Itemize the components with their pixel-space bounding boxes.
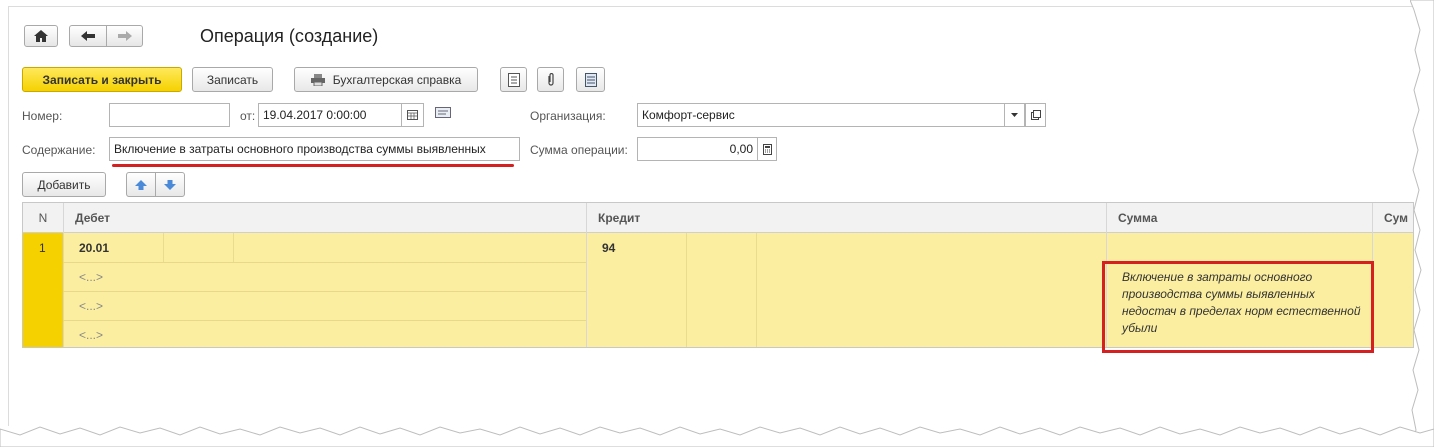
column-header-sum-2[interactable]: Сум bbox=[1372, 203, 1413, 233]
list-button[interactable] bbox=[576, 67, 605, 92]
annotation-text: Включение в затраты основного производст… bbox=[1122, 270, 1361, 335]
arrow-down-icon bbox=[164, 179, 176, 190]
calculator-button[interactable] bbox=[757, 137, 777, 161]
list-icon bbox=[584, 72, 597, 87]
calendar-icon bbox=[407, 110, 418, 120]
organization-dropdown-button[interactable] bbox=[1004, 103, 1025, 127]
window-left-border bbox=[8, 6, 9, 426]
add-row-button[interactable]: Добавить bbox=[22, 172, 106, 197]
debit-subconto-3[interactable]: <...> bbox=[79, 328, 103, 342]
column-header-debit[interactable]: Дебет bbox=[63, 203, 586, 233]
arrow-right-icon bbox=[117, 31, 132, 41]
credit-account-cell[interactable]: 94 bbox=[602, 241, 615, 255]
operation-sum-label: Сумма операции: bbox=[530, 143, 628, 157]
organization-field[interactable]: Комфорт-сервис bbox=[637, 103, 1005, 127]
attach-button[interactable] bbox=[537, 67, 564, 92]
date-picker-button[interactable] bbox=[401, 103, 424, 127]
home-icon bbox=[34, 30, 48, 42]
accounting-report-label: Бухгалтерская справка bbox=[332, 72, 462, 87]
page-title: Операция (создание) bbox=[200, 26, 379, 46]
save-and-close-button[interactable]: Записать и закрыть bbox=[22, 67, 182, 92]
document-icon bbox=[507, 72, 520, 87]
forward-button[interactable] bbox=[106, 25, 143, 47]
arrow-up-icon bbox=[135, 179, 147, 190]
date-field[interactable]: 19.04.2017 0:00:00 bbox=[258, 103, 401, 127]
column-header-sum[interactable]: Сумма bbox=[1106, 203, 1372, 233]
number-field[interactable] bbox=[109, 103, 230, 127]
accounting-report-button[interactable]: Бухгалтерская справка bbox=[294, 67, 478, 92]
content-label: Содержание: bbox=[22, 143, 96, 157]
window-top-border bbox=[8, 6, 1418, 7]
date-label: от: bbox=[240, 109, 256, 123]
open-form-icon bbox=[1030, 110, 1041, 120]
calculator-icon bbox=[762, 143, 772, 155]
row-number: 1 bbox=[39, 241, 46, 255]
chevron-down-icon bbox=[1011, 113, 1018, 117]
printer-icon bbox=[310, 73, 325, 86]
arrow-left-icon bbox=[81, 31, 95, 41]
column-header-credit[interactable]: Кредит bbox=[586, 203, 1106, 233]
number-label: Номер: bbox=[22, 109, 63, 123]
debit-subconto-1[interactable]: <...> bbox=[79, 270, 103, 284]
content-field[interactable]: Включение в затраты основного производст… bbox=[109, 137, 520, 161]
torn-edge-bottom bbox=[0, 426, 1434, 447]
operation-sum-field[interactable]: 0,00 bbox=[637, 137, 758, 161]
organization-open-button[interactable] bbox=[1025, 103, 1046, 127]
paperclip-icon bbox=[547, 72, 554, 86]
home-button[interactable] bbox=[24, 25, 58, 47]
column-header-n[interactable]: N bbox=[23, 203, 63, 233]
document-button[interactable] bbox=[500, 67, 527, 92]
move-down-button[interactable] bbox=[155, 172, 185, 197]
comment-icon[interactable] bbox=[435, 107, 451, 119]
debit-subconto-2[interactable]: <...> bbox=[79, 299, 103, 313]
save-button[interactable]: Записать bbox=[192, 67, 273, 92]
back-button[interactable] bbox=[69, 25, 107, 47]
move-up-button[interactable] bbox=[126, 172, 156, 197]
content-underline-highlight bbox=[112, 164, 514, 167]
organization-label: Организация: bbox=[530, 109, 606, 123]
debit-account-cell[interactable]: 20.01 bbox=[79, 241, 109, 255]
